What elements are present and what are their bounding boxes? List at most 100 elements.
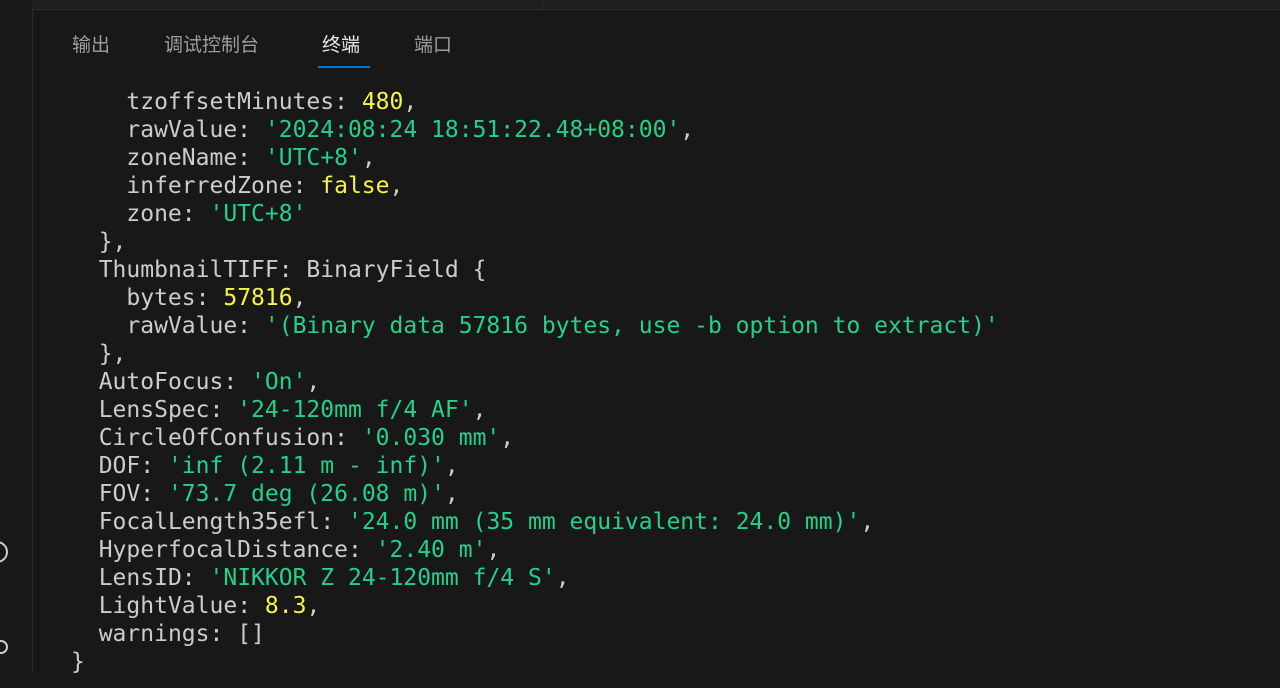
line-key: HyperfocalDistance — [98, 537, 348, 563]
terminal-line: AutoFocus: 'On', — [33, 368, 1280, 396]
line-key: rawValue — [126, 313, 238, 339]
line-tail: , — [555, 565, 570, 591]
terminal-line: }, — [33, 340, 1280, 368]
line-value: '0.030 mm' — [361, 425, 501, 451]
terminal-line: LensID: 'NIKKOR Z 24-120mm f/4 S', — [33, 564, 1280, 592]
activity-bar — [0, 0, 33, 672]
line-separator: : — [181, 565, 210, 591]
line-value: '(Binary data 57816 bytes, use -b option… — [264, 313, 999, 339]
line-value: '2.40 m' — [375, 537, 487, 563]
line-value: 'inf (2.11 m - inf)' — [167, 453, 445, 479]
account-icon[interactable] — [0, 541, 8, 563]
line-key: FOV — [98, 481, 141, 507]
terminal-line: inferredZone: false, — [33, 172, 1280, 200]
line-key: DOF — [98, 453, 141, 479]
line-key: FocalLength35efl — [98, 509, 321, 535]
line-value: false — [320, 173, 390, 199]
tab-output[interactable]: 输出 — [72, 32, 110, 58]
line-separator: : — [181, 201, 210, 227]
line-value: 57816 — [223, 285, 293, 311]
line-separator: : — [334, 89, 362, 115]
line-value: 'NIKKOR Z 24-120mm f/4 S' — [209, 565, 556, 591]
line-tail: , — [306, 369, 321, 395]
line-value: 'UTC+8' — [209, 201, 307, 227]
line-key: AutoFocus — [98, 369, 224, 395]
line-separator: : — [292, 173, 321, 199]
line-key: rawValue — [126, 117, 238, 143]
line-separator: : — [347, 537, 376, 563]
line-value: 'UTC+8' — [264, 145, 362, 171]
active-tab-indicator — [318, 66, 370, 68]
line-key: inferredZone — [126, 173, 293, 199]
line-key: ThumbnailTIFF — [98, 257, 279, 283]
terminal-line: warnings: [] — [33, 620, 1280, 648]
line-separator: : — [140, 481, 168, 507]
line-tail: , — [361, 145, 376, 171]
line-separator: : — [237, 593, 265, 619]
line-value: [] — [237, 621, 265, 647]
line-separator: : — [195, 285, 224, 311]
line-separator: : — [278, 257, 307, 283]
line-value: 8.3 — [264, 593, 307, 619]
line-separator: : — [209, 621, 238, 647]
terminal-line: }, — [33, 228, 1280, 256]
tab-ports[interactable]: 端口 — [414, 32, 452, 58]
line-separator: : — [320, 509, 348, 535]
editor-split-divider — [542, 0, 543, 9]
line-value: '73.7 deg (26.08 m)' — [167, 481, 445, 507]
terminal-output[interactable]: tzoffsetMinutes: 480, rawValue: '2024:08… — [33, 88, 1280, 688]
line-value: '24.0 mm (35 mm equivalent: 24.0 mm)' — [347, 509, 861, 535]
line-tail: , — [389, 173, 404, 199]
line-value: BinaryField { — [306, 257, 487, 283]
line-separator: : — [209, 397, 238, 423]
line-key: }, — [98, 229, 127, 255]
line-tail: , — [306, 593, 321, 619]
line-separator: : — [237, 117, 265, 143]
line-separator: : — [223, 369, 252, 395]
line-value: 'On' — [251, 369, 307, 395]
panel-tabs: 输出 调试控制台 终端 端口 — [33, 10, 1280, 68]
line-key: tzoffsetMinutes — [126, 89, 335, 115]
gear-icon[interactable] — [0, 640, 8, 654]
editor-area-edge — [32, 0, 1280, 10]
line-key: zone — [126, 201, 182, 227]
line-value: '24-120mm f/4 AF' — [237, 397, 473, 423]
terminal-line: HyperfocalDistance: '2.40 m', — [33, 536, 1280, 564]
line-separator: : — [237, 145, 265, 171]
line-separator: : — [140, 453, 168, 479]
terminal-line: bytes: 57816, — [33, 284, 1280, 312]
terminal-line: ThumbnailTIFF: BinaryField { — [33, 256, 1280, 284]
line-tail: , — [680, 117, 695, 143]
line-value: '2024:08:24 18:51:22.48+08:00' — [264, 117, 681, 143]
terminal-line: FocalLength35efl: '24.0 mm (35 mm equiva… — [33, 508, 1280, 536]
line-key: }, — [98, 341, 127, 367]
line-key: LensSpec — [98, 397, 210, 423]
tab-debug-console[interactable]: 调试控制台 — [164, 32, 259, 58]
line-tail: , — [444, 481, 459, 507]
terminal-line: zone: 'UTC+8' — [33, 200, 1280, 228]
line-key: LightValue — [98, 593, 238, 619]
terminal-line: LensSpec: '24-120mm f/4 AF', — [33, 396, 1280, 424]
terminal-line: rawValue: '(Binary data 57816 bytes, use… — [33, 312, 1280, 340]
terminal-line: CircleOfConfusion: '0.030 mm', — [33, 424, 1280, 452]
tab-terminal[interactable]: 终端 — [322, 32, 360, 58]
line-key: zoneName — [126, 145, 238, 171]
line-tail: , — [472, 397, 487, 423]
line-tail: , — [292, 285, 307, 311]
